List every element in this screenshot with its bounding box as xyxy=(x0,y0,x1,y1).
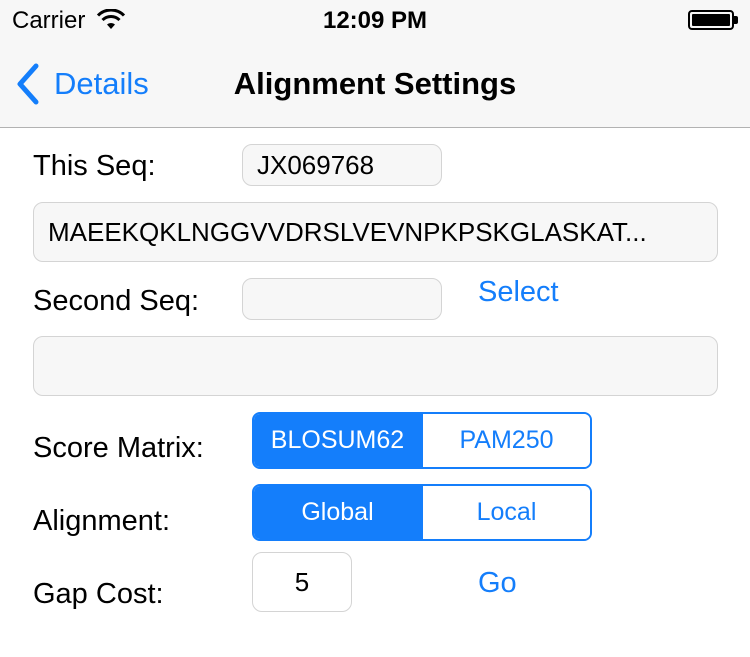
segment-global[interactable]: Global xyxy=(254,486,421,539)
second-seq-id-field[interactable] xyxy=(242,278,442,320)
segment-blosum62[interactable]: BLOSUM62 xyxy=(254,414,421,467)
status-bar: Carrier 12:09 PM xyxy=(0,0,750,40)
navigation-bar: Details Alignment Settings xyxy=(0,40,750,128)
alignment-segmented-control: Global Local xyxy=(252,484,592,541)
score-matrix-label: Score Matrix: xyxy=(33,432,204,464)
this-seq-sequence-field[interactable]: MAEEKQKLNGGVVDRSLVEVNPKPSKGLASKAT... xyxy=(33,202,718,262)
segment-pam250[interactable]: PAM250 xyxy=(421,414,590,467)
battery-icon xyxy=(688,10,738,30)
this-seq-label: This Seq: xyxy=(33,150,156,182)
alignment-label: Alignment: xyxy=(33,505,171,537)
gap-cost-label: Gap Cost: xyxy=(33,578,164,610)
this-seq-id-field[interactable]: JX069768 xyxy=(242,144,442,186)
second-seq-sequence-field[interactable] xyxy=(33,336,718,396)
second-seq-label: Second Seq: xyxy=(33,285,200,317)
segment-local[interactable]: Local xyxy=(421,486,590,539)
go-button[interactable]: Go xyxy=(478,567,517,600)
gap-cost-field[interactable]: 5 xyxy=(252,552,352,612)
page-title: Alignment Settings xyxy=(233,66,517,101)
score-matrix-segmented-control: BLOSUM62 PAM250 xyxy=(252,412,592,469)
select-button[interactable]: Select xyxy=(478,276,559,309)
status-time: 12:09 PM xyxy=(322,7,428,34)
